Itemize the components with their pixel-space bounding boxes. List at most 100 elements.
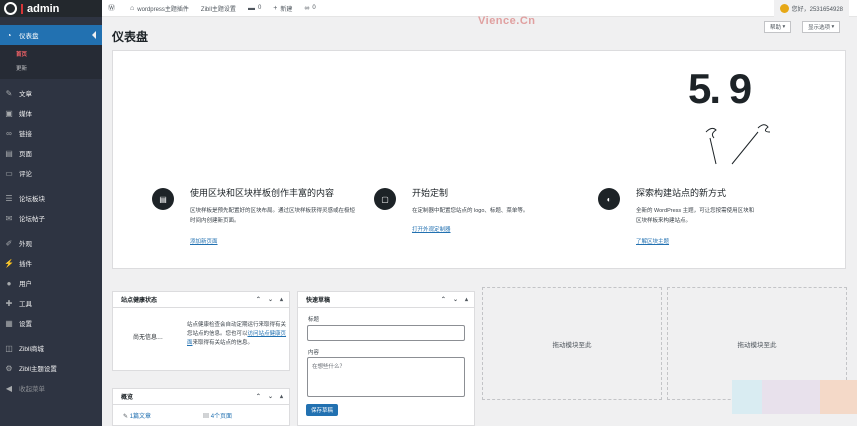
toggle-icon[interactable]: ▴ [280, 296, 283, 303]
help-label: 帮助 [770, 25, 782, 31]
sidebar-item-dashboard[interactable]: ◔ 仪表盘 [0, 25, 102, 45]
at-a-glance-widget: 概览 ⌃ ⌄ ▴ ✎ 1篇文章 ▤ 4个页面 [112, 388, 290, 426]
link-icon: ∞ [6, 128, 12, 138]
draft-title-input[interactable] [307, 325, 465, 341]
user-greeting: 您好，2531654928 [791, 6, 843, 13]
open-customizer-link[interactable]: 打开外观定制器 [412, 225, 451, 233]
screen-options-label: 显示选项 [808, 25, 831, 31]
links-link[interactable]: ∞ 0 [304, 5, 315, 12]
glance-posts[interactable]: ✎ 1篇文章 [123, 411, 151, 420]
logo-icon [4, 2, 17, 15]
chevron-down-icon[interactable]: ⌄ [268, 296, 273, 303]
help-button[interactable]: 帮助 ▾ [764, 21, 792, 33]
plugin-icon: ⚡ [4, 258, 14, 268]
sidebar-item-links[interactable]: ∞ 链接 [0, 123, 102, 143]
sidebar-item-media[interactable]: ▣ 媒体 [0, 103, 102, 123]
sidebar-item-appearance[interactable]: ✐ 外观 [0, 233, 102, 253]
sidebar-item-users[interactable]: ● 用户 [0, 273, 102, 293]
health-status: 尚无信息… [133, 335, 164, 341]
glance-pages[interactable]: ▤ 4个页面 [203, 411, 232, 420]
version-number: 5. 9 [688, 65, 752, 112]
chevron-down-icon[interactable]: ⌄ [268, 393, 273, 400]
sidebar-item-forums[interactable]: ☰ 论坛板块 [0, 188, 102, 208]
page-icon: ▤ [5, 148, 13, 158]
gear-icon: ⚙ [5, 363, 13, 373]
sidebar-item-label: 媒体 [19, 111, 32, 118]
chevron-up-icon[interactable]: ⌃ [256, 393, 261, 400]
sidebar-item-pages[interactable]: ▤ 页面 [0, 143, 102, 163]
theme-settings-label: Zibll主题设置 [200, 6, 236, 13]
page-title: 仪表盘 [112, 30, 149, 44]
wordpress-icon: Ⓦ [108, 5, 115, 12]
comments-count: 0 [257, 5, 262, 11]
comment-icon: ▬ [247, 4, 255, 12]
comments-link[interactable]: ▬ 0 [248, 5, 261, 12]
sidebar-item-label: 外观 [19, 241, 32, 248]
chevron-down-icon[interactable]: ⌄ [453, 296, 458, 303]
draft-content-textarea[interactable]: 在想些什么？ [307, 357, 465, 397]
brand-title: admin [27, 2, 60, 15]
widget-title: 概览 [121, 395, 134, 401]
widget-header[interactable]: 站点健康状态 ⌃ ⌄ ▴ [113, 292, 289, 308]
pin-icon: ✎ [123, 414, 129, 420]
settings-icon: ▦ [5, 318, 13, 328]
sidebar-item-label: 工具 [19, 301, 32, 308]
sidebar-item-label: 收起菜单 [19, 386, 45, 393]
health-text-after: 来取得有关站点的信息。 [192, 339, 254, 346]
sidebar-item-theme-settings[interactable]: ⚙ Zibll主题设置 [0, 358, 102, 378]
page-icon: ▤ [203, 414, 210, 420]
sidebar-item-label: 评论 [19, 171, 32, 178]
layout-icon: ▢ [374, 188, 396, 210]
toggle-icon[interactable]: ▴ [465, 296, 468, 303]
toggle-icon[interactable]: ▴ [280, 393, 283, 400]
blurred-overlay-1 [732, 380, 762, 414]
learn-block-themes-link[interactable]: 了解区块主题 [636, 237, 669, 245]
sidebar-item-settings[interactable]: ▦ 设置 [0, 313, 102, 333]
plus-icon: + [273, 4, 278, 12]
sidebar-menu: ◔ 仪表盘 [0, 25, 102, 45]
sidebar-item-forum-posts[interactable]: ✉ 论坛帖子 [0, 208, 102, 228]
forum-icon: ☰ [5, 193, 13, 203]
blurred-overlay-2 [762, 380, 820, 414]
submenu-home[interactable]: 首页 [0, 47, 102, 61]
brand[interactable]: admin [0, 0, 102, 17]
save-draft-button[interactable]: 保存草稿 [306, 404, 339, 416]
pin-icon: ✎ [5, 88, 13, 98]
new-content-button[interactable]: + 新建 [273, 4, 292, 13]
widget-header[interactable]: 快速草稿 ⌃ ⌄ ▴ [298, 292, 474, 308]
theme-settings-link[interactable]: Zibll主题设置 [201, 4, 236, 13]
sidebar-item-label: Zibll商城 [19, 346, 44, 353]
chevron-up-icon[interactable]: ⌃ [256, 296, 261, 303]
pages-count: 4个页面 [210, 414, 233, 420]
sidebar-item-shop[interactable]: ◫ Zibll商城 [0, 338, 102, 358]
welcome-column-title: 开始定制 [412, 188, 449, 198]
sidebar-item-plugins[interactable]: ⚡ 插件 [0, 253, 102, 273]
sidebar-item-label: 页面 [19, 151, 32, 158]
sidebar-item-posts[interactable]: ✎ 文章 [0, 83, 102, 103]
shop-icon: ◫ [5, 343, 13, 353]
health-description: 站点健康检查会自动定期运行来取得有关您站点的信息。您也可以访问站点健康页面来取得… [187, 321, 287, 347]
sidebar-item-tools[interactable]: ✚ 工具 [0, 293, 102, 313]
dashboard-icon: ◔ [6, 30, 12, 40]
collapse-icon: ◀ [5, 383, 13, 393]
current-page-caret [92, 31, 96, 39]
widget-header[interactable]: 概览 ⌃ ⌄ ▴ [113, 389, 289, 405]
sidebar-item-comments[interactable]: ▭ 评论 [0, 163, 102, 183]
posts-count: 1篇文章 [129, 414, 152, 420]
welcome-column-desc: 全新的 WordPress 主题，可让您按需使用区块和区块样板来构建站点。 [636, 208, 755, 224]
drop-zone-left[interactable]: 拖动模块至此 [482, 287, 662, 400]
new-content-label: 新建 [280, 6, 293, 13]
site-name-link[interactable]: ⌂ wordpress主题插件 [130, 4, 189, 13]
drop-zone-label: 拖动模块至此 [737, 341, 777, 349]
sidebar-item-label: 插件 [19, 261, 32, 268]
user-account-menu[interactable]: 您好，2531654928 [773, 0, 849, 17]
sidebar-item-label: Zibll主题设置 [19, 366, 57, 373]
add-new-page-link[interactable]: 添加新页面 [190, 237, 218, 245]
comment-icon: ▭ [5, 168, 13, 178]
submenu-updates[interactable]: 更新 [0, 61, 102, 75]
wordpress-logo-button[interactable]: Ⓦ [108, 3, 118, 13]
sidebar-item-label: 仪表盘 [19, 33, 39, 40]
screen-options-button[interactable]: 显示选项 ▾ [802, 21, 841, 33]
sidebar-item-collapse[interactable]: ◀ 收起菜单 [0, 378, 102, 398]
chevron-up-icon[interactable]: ⌃ [441, 296, 446, 303]
